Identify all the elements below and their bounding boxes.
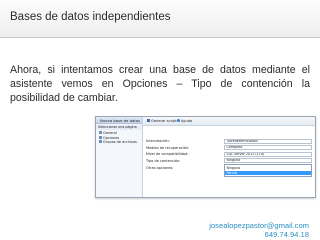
generate-script-label: Generar script xyxy=(151,119,177,123)
property-row-containment-type: Tipo de contención: Ninguno xyxy=(143,158,315,164)
property-row-collation: Intercalación: <predeterminado> xyxy=(143,138,315,144)
containment-type-dropdown[interactable]: Ninguno Parcial xyxy=(224,164,312,177)
page-item-filegroups[interactable]: Grupos de archivos xyxy=(99,140,137,144)
property-label: Nivel de compatibilidad: xyxy=(146,152,189,156)
property-label: Tipo de contención: xyxy=(146,158,181,163)
help-label: Ayuda xyxy=(181,119,193,123)
property-label: Otras opciones: xyxy=(146,166,174,170)
property-row-recovery-model: Modelo de recuperación: Completo xyxy=(143,145,315,151)
script-icon xyxy=(147,119,150,123)
slide-title: Bases de datos independientes xyxy=(10,11,171,23)
compatibility-level-select[interactable]: SQL Server 2012 (110) xyxy=(224,151,312,157)
page-item-label: Opciones xyxy=(103,135,120,140)
footer-phone: 649.74.94.18 xyxy=(264,230,309,239)
property-row-compatibility: Nivel de compatibilidad: SQL Server 2012… xyxy=(143,151,315,157)
help-icon xyxy=(177,119,180,123)
generate-script-button[interactable]: Generar script xyxy=(147,119,177,123)
dialog-toolbar: Generar script Ayuda xyxy=(143,117,315,126)
page-icon xyxy=(99,140,102,144)
dropdown-option-partial[interactable]: Parcial xyxy=(225,170,311,175)
page-icon xyxy=(99,131,102,135)
page-icon xyxy=(99,135,102,139)
select-page-label: Seleccionar una página xyxy=(96,125,142,130)
footer-email: josealopezpastor@gmail.com xyxy=(209,221,309,230)
page-item-options[interactable]: Opciones xyxy=(99,136,119,140)
collation-select[interactable]: <predeterminado> xyxy=(224,138,312,144)
page-item-label: General xyxy=(103,131,117,135)
property-label: Intercalación: xyxy=(146,139,170,143)
page-item-general[interactable]: General xyxy=(99,131,117,135)
page-item-label: Grupos de archivos xyxy=(103,140,137,144)
dialog-page-panel: Nueva base de datos Seleccionar una pági… xyxy=(96,117,143,197)
help-button[interactable]: Ayuda xyxy=(177,119,192,123)
recovery-model-select[interactable]: Completo xyxy=(224,145,312,150)
new-database-dialog: Nueva base de datos Seleccionar una pági… xyxy=(95,116,316,198)
containment-type-select[interactable]: Ninguno xyxy=(224,158,312,163)
dropdown-option-none[interactable]: Ninguno xyxy=(225,166,311,170)
dialog-window-title: Nueva base de datos xyxy=(96,117,142,124)
slide-body-text: Ahora, si intentamos crear una base de d… xyxy=(10,64,310,104)
property-label: Modelo de recuperación: xyxy=(146,145,190,150)
